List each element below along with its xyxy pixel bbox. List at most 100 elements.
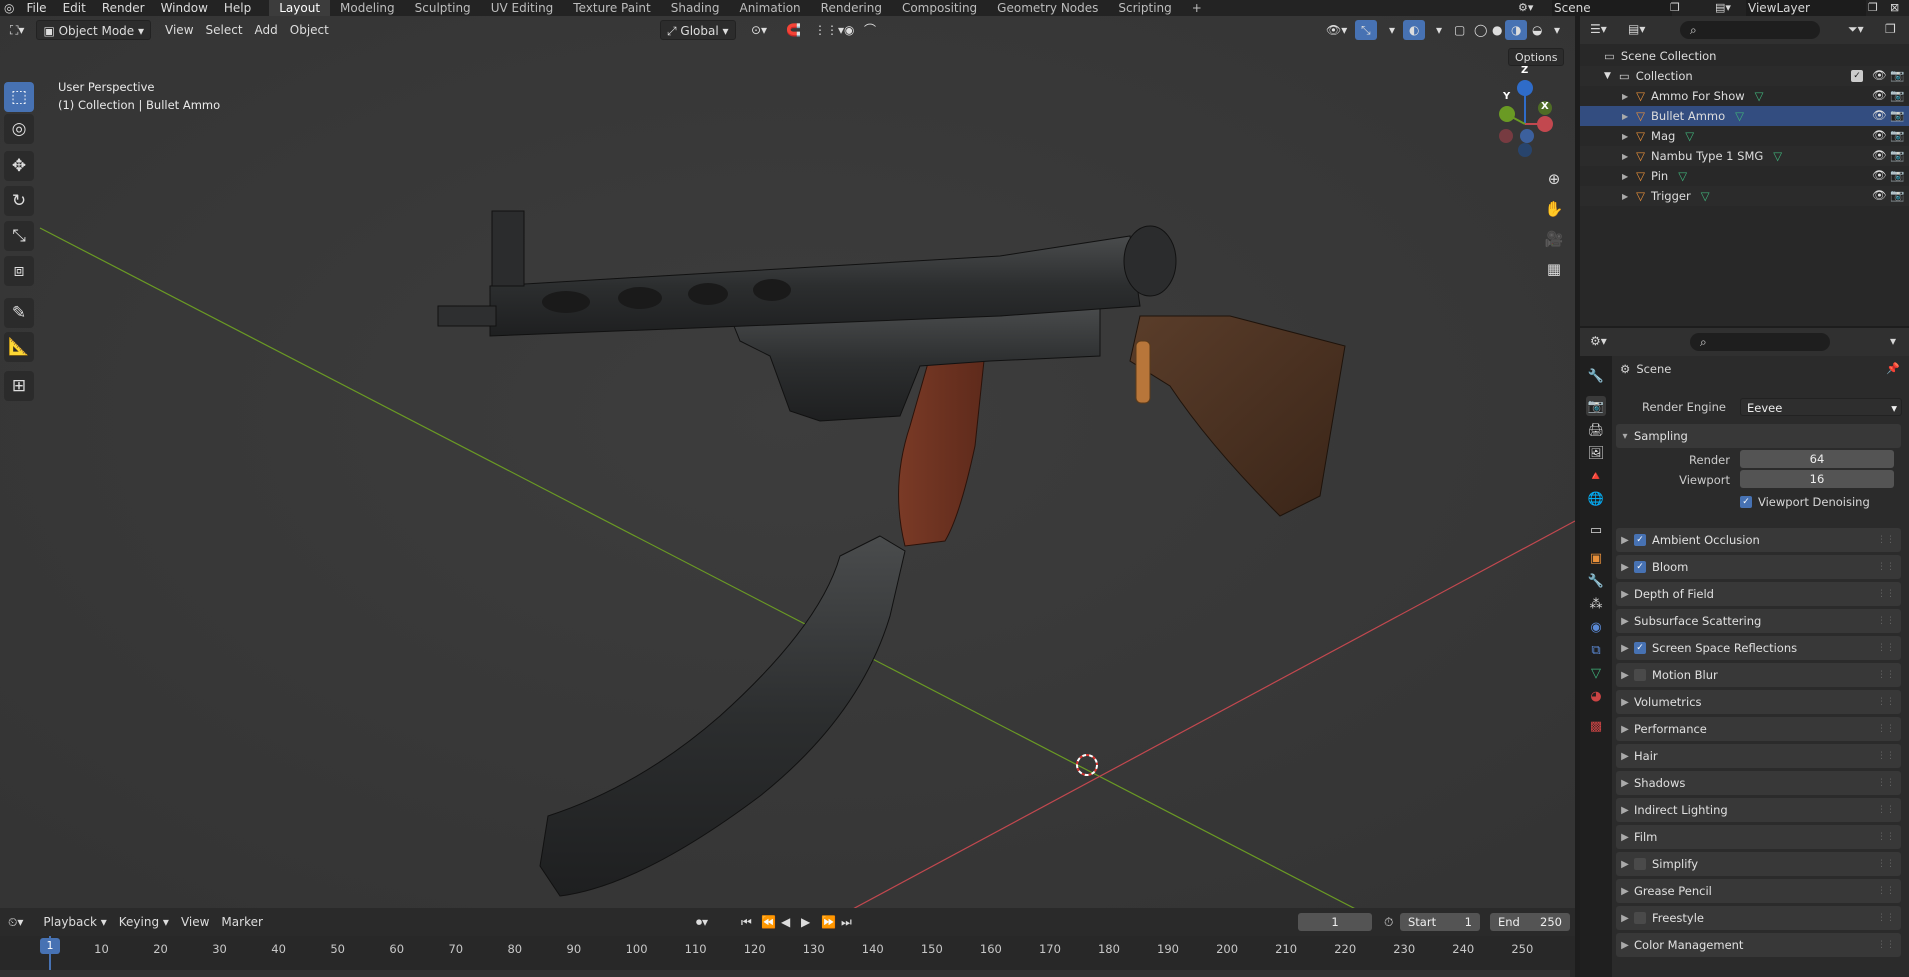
hide-eye-icon[interactable]: 👁 — [1872, 148, 1887, 162]
property-panel[interactable]: ▶ Indirect Lighting ⋮⋮ — [1616, 798, 1901, 822]
menu-render[interactable]: Render — [94, 0, 153, 16]
menu-window[interactable]: Window — [153, 0, 216, 16]
render-camera-icon[interactable]: 📷 — [1890, 188, 1904, 202]
mesh-data-icon[interactable]: ▽ — [1678, 169, 1687, 183]
auto-keying-icon[interactable]: ⏺▾ — [690, 912, 714, 932]
workspace-tab-modeling[interactable]: Modeling — [330, 0, 405, 16]
panel-sampling[interactable]: ▾ Sampling — [1616, 424, 1901, 448]
property-panel[interactable]: ▶ Hair ⋮⋮ — [1616, 744, 1901, 768]
workspace-tab-animation[interactable]: Animation — [729, 0, 810, 16]
material-shading-icon[interactable]: ◑ — [1505, 20, 1528, 40]
collection-exclude-checkbox[interactable]: ✓ — [1851, 70, 1863, 82]
snap-icon[interactable]: 🧲 — [780, 20, 807, 40]
render-camera-icon[interactable]: 📷 — [1890, 88, 1904, 102]
display-mode-icon[interactable]: ▤▾ — [1628, 22, 1645, 36]
modifier-tab-icon[interactable]: 🔧 — [1586, 571, 1606, 591]
scene-name[interactable]: Scene — [1552, 0, 1672, 16]
workspace-tab-sculpting[interactable]: Sculpting — [405, 0, 481, 16]
particles-tab-icon[interactable]: ⁂ — [1586, 594, 1606, 614]
property-panel[interactable]: ▶ ✓ Ambient Occlusion ⋮⋮ — [1616, 528, 1901, 552]
menu-edit[interactable]: Edit — [55, 0, 94, 16]
property-panel[interactable]: ▶ Volumetrics ⋮⋮ — [1616, 690, 1901, 714]
outliner-item[interactable]: ▶ ▽ Mag ▽ 👁 📷 — [1580, 126, 1909, 146]
drag-handle-icon[interactable]: ⋮⋮ — [1877, 778, 1895, 788]
select-menu[interactable]: Select — [200, 20, 249, 40]
workspace-tab-layout[interactable]: Layout — [269, 0, 331, 16]
object-menu[interactable]: Object — [284, 20, 335, 40]
constraints-tab-icon[interactable]: ⧉ — [1586, 640, 1606, 660]
hide-eye-icon[interactable]: 👁 — [1872, 88, 1887, 102]
expand-arrow-icon[interactable]: ▶ — [1622, 172, 1628, 181]
drag-handle-icon[interactable]: ⋮⋮ — [1877, 913, 1895, 923]
properties-dropdown-icon[interactable]: ▾ — [1890, 334, 1896, 348]
collection-tab-icon[interactable]: ▭ — [1586, 520, 1606, 540]
hide-eye-icon[interactable]: 👁 — [1872, 168, 1887, 182]
timeline-scrollbar[interactable] — [0, 970, 1570, 977]
outliner-item[interactable]: ▶ ▽ Nambu Type 1 SMG ▽ 👁 📷 — [1580, 146, 1909, 166]
ortho-grid-icon[interactable]: ▦ — [1541, 256, 1567, 282]
scene-tab-icon[interactable]: 🔺 — [1586, 466, 1606, 486]
tool-tab-icon[interactable]: 🔧 — [1586, 366, 1606, 386]
drag-handle-icon[interactable]: ⋮⋮ — [1877, 832, 1895, 842]
drag-handle-icon[interactable]: ⋮⋮ — [1877, 751, 1895, 761]
drag-handle-icon[interactable]: ⋮⋮ — [1877, 886, 1895, 896]
drag-handle-icon[interactable]: ⋮⋮ — [1877, 562, 1895, 572]
play-reverse-icon[interactable]: ◀ — [775, 912, 796, 932]
playback-menu[interactable]: Playback ▾ — [37, 912, 112, 932]
outliner-item[interactable]: ▶ ▽ Ammo For Show ▽ 👁 📷 — [1580, 86, 1909, 106]
copy-scene-icon[interactable]: ❐ — [1670, 0, 1680, 16]
panel-enable-checkbox[interactable]: ✓ — [1634, 561, 1646, 573]
gizmo-dropdown-icon[interactable]: ▾ — [1383, 20, 1401, 40]
property-panel[interactable]: ▶ Depth of Field ⋮⋮ — [1616, 582, 1901, 606]
property-panel[interactable]: ▶ Subsurface Scattering ⋮⋮ — [1616, 609, 1901, 633]
mesh-data-icon[interactable]: ▽ — [1755, 89, 1764, 103]
mesh-data-icon[interactable]: ▽ — [1773, 149, 1782, 163]
panel-enable-checkbox[interactable] — [1634, 858, 1646, 870]
scale-tool[interactable]: ⤡ — [4, 221, 34, 251]
drag-handle-icon[interactable]: ⋮⋮ — [1877, 697, 1895, 707]
scene-icon[interactable]: ⚙▾ — [1518, 0, 1533, 16]
workspace-tab-rendering[interactable]: Rendering — [811, 0, 892, 16]
drag-handle-icon[interactable]: ⋮⋮ — [1877, 535, 1895, 545]
pin-icon[interactable]: 📌 — [1886, 362, 1900, 375]
current-frame-field[interactable]: 1 — [1298, 913, 1372, 931]
falloff-icon[interactable]: ⌒ — [858, 20, 882, 40]
drag-handle-icon[interactable]: ⋮⋮ — [1877, 859, 1895, 869]
property-panel[interactable]: ▶ ✓ Bloom ⋮⋮ — [1616, 555, 1901, 579]
add-workspace-button[interactable]: + — [1182, 0, 1212, 16]
property-panel[interactable]: ▶ Color Management ⋮⋮ — [1616, 933, 1901, 957]
marker-menu[interactable]: Marker — [215, 912, 268, 932]
render-engine-dropdown[interactable]: Eevee ▾ — [1740, 398, 1902, 416]
shading-dropdown-icon[interactable]: ▾ — [1548, 20, 1566, 40]
annotate-tool[interactable]: ✎ — [4, 298, 34, 328]
mode-dropdown[interactable]: ▣ Object Mode ▾ — [36, 20, 152, 40]
drag-handle-icon[interactable]: ⋮⋮ — [1877, 616, 1895, 626]
stopwatch-icon[interactable]: ⏱ — [1378, 912, 1399, 932]
3d-viewport[interactable]: Z X Y User Perspective (1) Collection | … — [0, 16, 1575, 908]
editor-type-icon[interactable]: ⛶▾ — [4, 20, 30, 40]
pivot-point-icon[interactable]: ⊙▾ — [745, 20, 773, 40]
workspace-tab-shading[interactable]: Shading — [661, 0, 730, 16]
jump-end-icon[interactable]: ⏭ — [835, 912, 858, 932]
panel-enable-checkbox[interactable] — [1634, 912, 1646, 924]
outliner-item[interactable]: ▶ ▽ Trigger ▽ 👁 📷 — [1580, 186, 1909, 206]
outliner-scene-collection[interactable]: ▭ Scene Collection — [1580, 46, 1909, 66]
camera-view-icon[interactable]: 🎥 — [1541, 226, 1567, 252]
add-cube-tool[interactable]: ⊞ — [4, 371, 34, 401]
drag-handle-icon[interactable]: ⋮⋮ — [1877, 940, 1895, 950]
keying-menu[interactable]: Keying ▾ — [113, 912, 175, 932]
render-tab-icon[interactable]: 📷 — [1586, 396, 1606, 416]
hide-eye-icon[interactable]: 👁 — [1872, 188, 1887, 202]
property-panel[interactable]: ▶ Motion Blur ⋮⋮ — [1616, 663, 1901, 687]
sampling-render-field[interactable]: 64 — [1740, 450, 1894, 468]
mesh-data-icon[interactable]: ▽ — [1685, 129, 1694, 143]
outliner-editor-type-icon[interactable]: ☰▾ — [1590, 22, 1607, 36]
hide-eye-icon[interactable]: 👁 — [1872, 128, 1887, 142]
sampling-viewport-field[interactable]: 16 — [1740, 470, 1894, 488]
viewport-denoising-row[interactable]: ✓ Viewport Denoising — [1740, 495, 1870, 509]
workspace-tab-scripting[interactable]: Scripting — [1108, 0, 1181, 16]
workspace-tab-uv-editing[interactable]: UV Editing — [481, 0, 564, 16]
panel-enable-checkbox[interactable]: ✓ — [1634, 534, 1646, 546]
material-tab-icon[interactable]: ◕ — [1586, 686, 1606, 706]
transform-tool[interactable]: ⧈ — [4, 256, 34, 286]
